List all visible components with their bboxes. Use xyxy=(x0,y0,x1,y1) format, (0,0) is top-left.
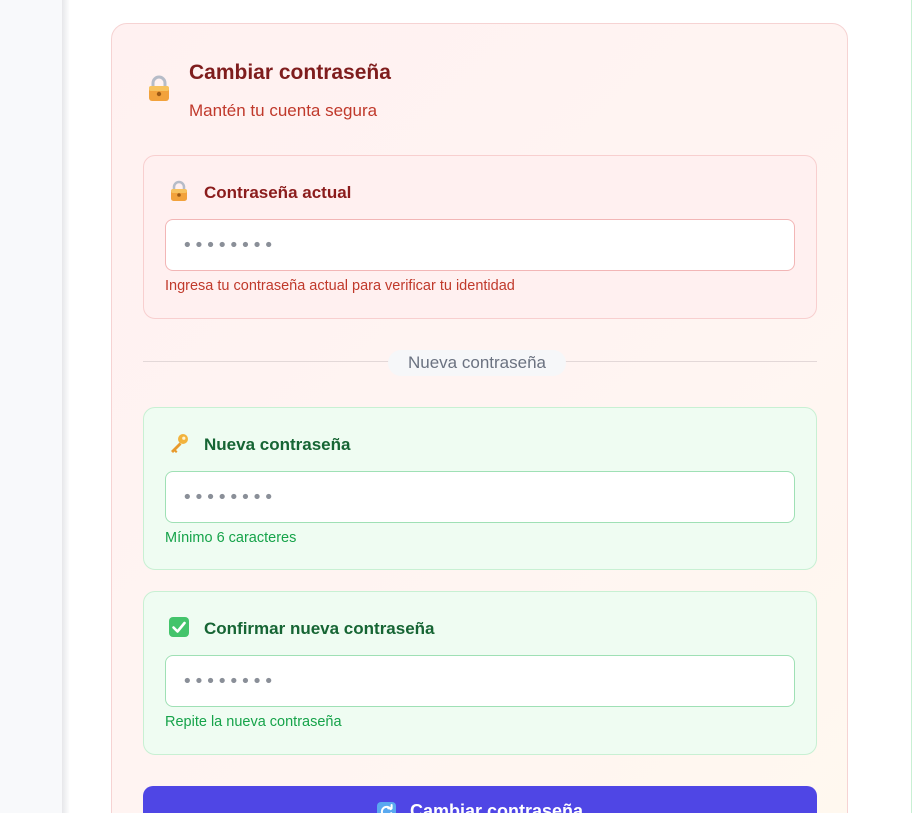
page-title: Cambiar contraseña xyxy=(189,61,391,84)
key-icon xyxy=(171,434,188,453)
current-password-label: Contraseña actual xyxy=(204,183,352,202)
new-password-input[interactable] xyxy=(165,471,795,523)
refresh-icon xyxy=(376,802,396,813)
new-password-help: Mínimo 6 caracteres xyxy=(165,530,297,546)
new-password-label: Nueva contraseña xyxy=(204,435,351,454)
right-edge xyxy=(911,0,917,813)
confirm-password-label: Confirmar nueva contraseña xyxy=(204,619,435,638)
lock-icon xyxy=(171,180,187,201)
confirm-password-help: Repite la nueva contraseña xyxy=(165,714,342,730)
change-password-button[interactable]: Cambiar contraseña xyxy=(143,786,817,813)
current-password-input[interactable] xyxy=(165,219,795,271)
new-password-section: Nueva contraseña Mínimo 6 caracteres xyxy=(143,407,817,570)
current-password-section: Contraseña actual Ingresa tu contraseña … xyxy=(143,155,817,319)
divider-label: Nueva contraseña xyxy=(388,350,566,376)
change-password-button-label: Cambiar contraseña xyxy=(409,801,584,813)
confirm-password-section: Confirmar nueva contraseña Repite la nue… xyxy=(143,591,817,755)
lock-icon xyxy=(149,75,169,101)
left-gutter xyxy=(0,0,62,813)
confirm-password-input[interactable] xyxy=(165,655,795,707)
check-box-icon xyxy=(169,617,189,637)
left-shadow xyxy=(62,0,70,813)
change-password-card: Cambiar contraseña Mantén tu cuenta segu… xyxy=(111,23,848,813)
page-subtitle: Mantén tu cuenta segura xyxy=(189,101,378,120)
current-password-help: Ingresa tu contraseña actual para verifi… xyxy=(165,278,515,294)
page: Cambiar contraseña Mantén tu cuenta segu… xyxy=(0,0,917,813)
